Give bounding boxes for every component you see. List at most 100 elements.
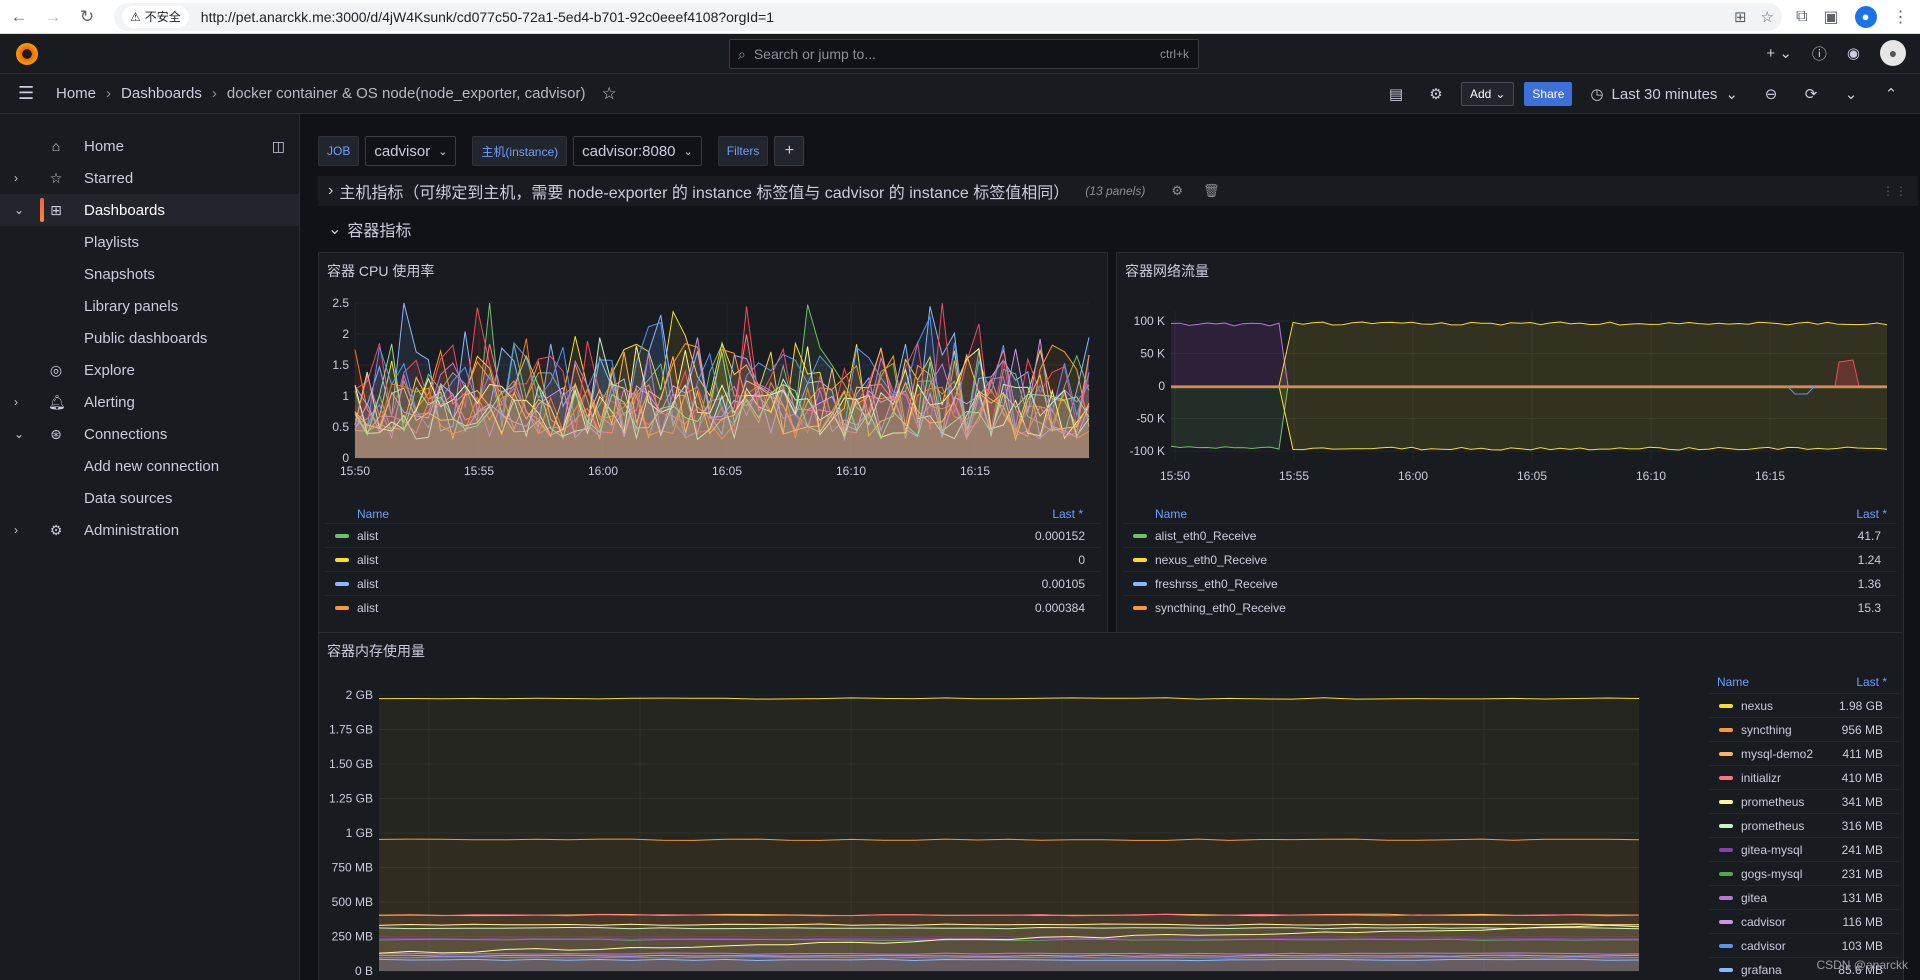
sidepanel-icon[interactable]: ▣ — [1823, 7, 1838, 27]
x-tick-label: 16:15 — [960, 464, 990, 478]
share-button[interactable]: Share — [1524, 82, 1573, 106]
legend-row[interactable]: alist 0.000384 — [325, 595, 1101, 619]
legend-last-header[interactable]: Last * — [1856, 675, 1887, 689]
menu-icon[interactable]: ☰ — [18, 83, 40, 104]
panel-container-cpu[interactable]: 容器 CPU 使用率 2.5 2 1.5 1 0.5 0 15:50 15:55 16:00 16… — [318, 252, 1108, 638]
new-plus-icon[interactable]: + ⌄ — [1766, 44, 1792, 62]
time-range-picker[interactable]: ◷ Last 30 minutes ⌄ — [1582, 85, 1746, 104]
search-placeholder: Search or jump to... — [753, 46, 877, 62]
network-timeseries-chart[interactable]: 100 K 50 K 0 -50 K -100 K 15:50 15:55 16:00 16:0… — [1117, 283, 1905, 533]
news-rss-icon[interactable]: ◉ — [1847, 44, 1860, 62]
legend-name-header[interactable]: Name — [357, 507, 389, 521]
legend-row[interactable]: prometheus 316 MB — [1709, 813, 1899, 837]
drag-handle-icon[interactable]: ⋮⋮ — [1882, 184, 1908, 198]
refresh-icon[interactable]: ⟳ — [1796, 80, 1826, 108]
back-icon[interactable]: ← — [4, 2, 34, 32]
legend-row[interactable]: gitea-mysql 241 MB — [1709, 837, 1899, 861]
legend-row[interactable]: syncthing 956 MB — [1709, 717, 1899, 741]
chevron-right-icon[interactable]: › — [328, 182, 333, 200]
y-tick-label: 100 K — [1134, 314, 1165, 328]
search-input[interactable]: ⌕ Search or jump to... ctrl+k — [729, 39, 1199, 69]
sidebar-item-data-sources[interactable]: Data sources — [0, 482, 299, 514]
zoom-out-icon[interactable]: ⊖ — [1756, 80, 1786, 108]
address-bar[interactable]: ⚠ 不安全 http://pet.anarckk.me:3000/d/4jW4K… — [114, 2, 1782, 31]
extensions-icon[interactable]: ⧉ — [1796, 8, 1807, 26]
add-button[interactable]: Add ⌄ — [1460, 82, 1515, 106]
legend-name-header[interactable]: Name — [1717, 675, 1749, 689]
add-filter-plus-icon[interactable]: + — [774, 136, 805, 166]
legend-row[interactable]: gitea 131 MB — [1709, 885, 1899, 909]
sidebar-item-starred[interactable]: › ☆ Starred — [0, 162, 299, 194]
sidebar-item-dashboards[interactable]: ⌄ ⊞ Dashboards — [0, 194, 299, 226]
panel-container-network[interactable]: 容器网络流量 100 K 50 K 0 -50 K -100 K 15:50 15:55 16… — [1116, 252, 1904, 638]
refresh-interval-chevron-icon[interactable]: ⌄ — [1836, 80, 1866, 108]
chevron-right-icon[interactable]: › — [14, 171, 26, 185]
legend-row[interactable]: mysql-demo2 411 MB — [1709, 741, 1899, 765]
chevron-down-icon[interactable]: ⌄ — [14, 427, 26, 441]
legend-row[interactable]: nexus 1.98 GB — [1709, 693, 1899, 717]
sidebar-item-add-new-connection[interactable]: Add new connection — [0, 450, 299, 482]
chevron-right-icon[interactable]: › — [14, 523, 26, 537]
legend-row[interactable]: nexus_eth0_Receive 1.24 — [1123, 547, 1897, 571]
legend-row[interactable]: gogs-mysql 231 MB — [1709, 861, 1899, 885]
menu-kebab-icon[interactable]: ⋮ — [1893, 7, 1909, 27]
breadcrumb-dashboards[interactable]: Dashboards — [121, 85, 202, 102]
legend-last-header[interactable]: Last * — [1856, 507, 1887, 521]
favorite-star-icon[interactable]: ☆ — [601, 84, 616, 104]
sidebar-item-library-panels[interactable]: Library panels — [0, 290, 299, 322]
sidebar-item-connections[interactable]: ⌄ ⊛ Connections — [0, 418, 299, 450]
bookmark-star-icon[interactable]: ☆ — [1761, 8, 1774, 26]
legend-row[interactable]: freshrss_eth0_Receive 1.36 — [1123, 571, 1897, 595]
legend-row[interactable]: alist 0.000152 — [325, 523, 1101, 547]
chevron-down-icon[interactable]: ⌄ — [14, 203, 26, 217]
sidebar-item-alerting[interactable]: › 🔔︎ Alerting — [0, 386, 299, 418]
sidebar-item-home[interactable]: ⌂ Home — [0, 130, 299, 162]
legend-color-swatch — [1719, 871, 1733, 876]
legend-name-header[interactable]: Name — [1155, 507, 1187, 521]
collapse-chevron-up-icon[interactable]: ⌃ — [1876, 80, 1906, 108]
legend-last-header[interactable]: Last * — [1052, 507, 1083, 521]
grafana-logo-icon[interactable] — [16, 42, 38, 65]
chevron-right-icon[interactable]: › — [14, 395, 26, 409]
legend-last-value: 15.3 — [1857, 600, 1881, 615]
chevron-down-icon[interactable]: ⌄ — [328, 219, 341, 239]
legend-series-name: alist_eth0_Receive — [1155, 528, 1257, 543]
user-avatar[interactable]: ● — [1880, 40, 1906, 66]
sidebar-item-snapshots[interactable]: Snapshots — [0, 258, 299, 290]
forward-icon[interactable]: → — [38, 2, 68, 32]
url-text[interactable]: http://pet.anarckk.me:3000/d/4jW4Ksunk/c… — [201, 9, 774, 25]
memory-timeseries-chart[interactable]: 2 GB 1.75 GB 1.50 GB 1.25 GB 1 GB 750 MB 500 M… — [319, 663, 1659, 980]
legend-row[interactable]: cadvisor 103 MB — [1709, 933, 1899, 957]
panel-container-memory[interactable]: 容器内存使用量 2 GB 1.75 GB 1.50 GB 1.25 GB 1 GB 750… — [318, 632, 1904, 980]
translate-icon[interactable]: ⊞ — [1734, 8, 1747, 26]
instance-variable-select[interactable]: cadvisor:8080 ⌄ — [573, 136, 702, 166]
job-variable-select[interactable]: cadvisor ⌄ — [365, 136, 457, 166]
legend-row[interactable]: alist 0.00105 — [325, 571, 1101, 595]
settings-gear-icon[interactable]: ⚙ — [1421, 80, 1451, 108]
y-tick-label: 1.50 GB — [329, 757, 373, 771]
sidebar-item-administration[interactable]: › ⚙ Administration — [0, 514, 299, 546]
legend-row[interactable]: syncthing_eth0_Receive 15.3 — [1123, 595, 1897, 619]
row-title: 容器指标 — [347, 223, 412, 240]
row-container-metrics[interactable]: ⌄ 容器指标 — [318, 214, 411, 244]
sidebar-item-explore[interactable]: ◎ Explore — [0, 354, 299, 386]
sidebar-item-playlists[interactable]: Playlists — [0, 226, 299, 258]
security-indicator[interactable]: ⚠ 不安全 — [122, 5, 189, 28]
legend-row[interactable]: prometheus 341 MB — [1709, 789, 1899, 813]
help-icon[interactable]: ⓘ — [1812, 43, 1827, 64]
legend-row[interactable]: cadvisor 116 MB — [1709, 909, 1899, 933]
legend-row[interactable]: initializr 410 MB — [1709, 765, 1899, 789]
y-tick-label: 2 — [342, 327, 349, 341]
cpu-timeseries-chart[interactable]: 2.5 2 1.5 1 0.5 015:50 15:55 16:00 16:05 16:10 16:… — [319, 283, 1109, 533]
legend-row[interactable]: alist_eth0_Receive 41.7 — [1123, 523, 1897, 547]
row-host-metrics[interactable]: › 主机指标（可绑定到主机，需要 node-exporter 的 instanc… — [318, 176, 1918, 206]
legend-row[interactable]: alist 0 — [325, 547, 1101, 571]
save-icon[interactable]: ▤ — [1381, 80, 1411, 108]
profile-icon[interactable]: ● — [1854, 5, 1877, 28]
row-delete-trash-icon[interactable]: 🗑︎ — [1203, 183, 1220, 199]
sidebar-item-public-dashboards[interactable]: Public dashboards — [0, 322, 299, 354]
breadcrumb-home[interactable]: Home — [56, 85, 96, 102]
filters-label[interactable]: Filters — [717, 136, 769, 166]
row-settings-gear-icon[interactable]: ⚙ — [1171, 183, 1183, 199]
reload-icon[interactable]: ↻ — [72, 2, 102, 32]
